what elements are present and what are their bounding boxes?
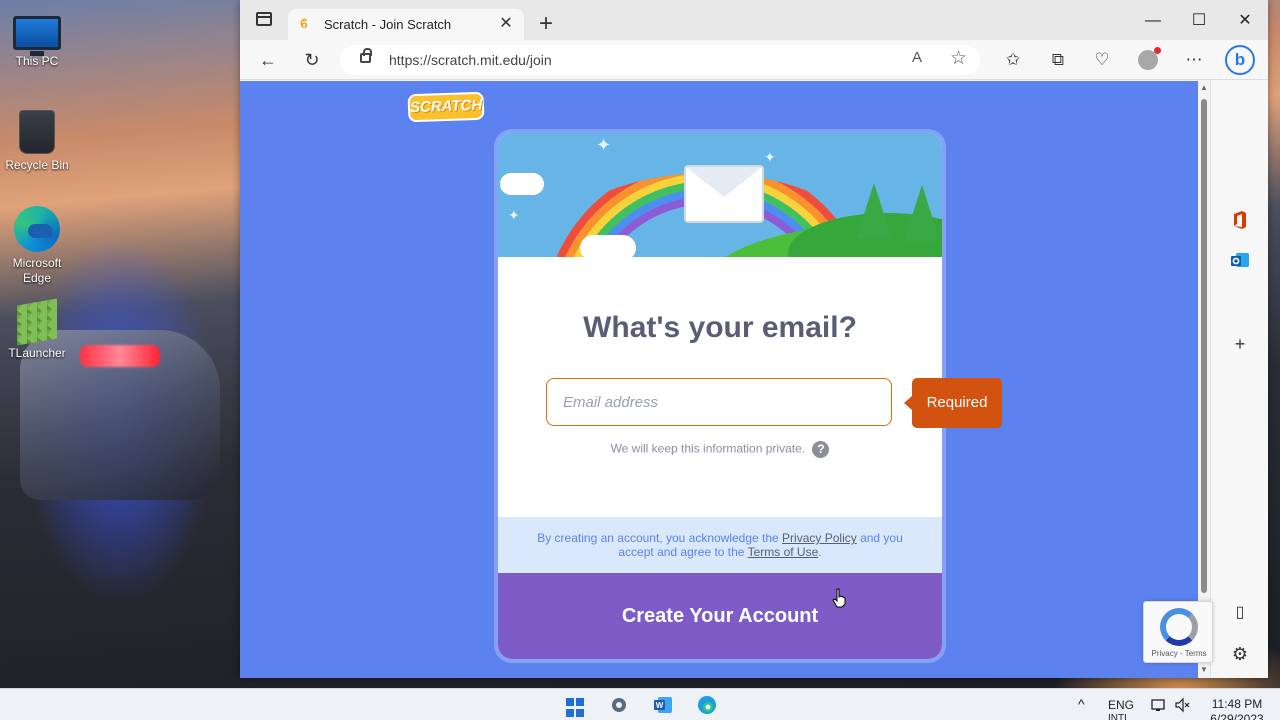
recaptcha-icon (1160, 608, 1198, 646)
star-icon[interactable]: ☆ (950, 47, 967, 70)
svg-text:W: W (656, 701, 664, 710)
clock-time: 11:48 PM (1211, 697, 1263, 711)
maximize-button[interactable]: ☐ (1176, 8, 1222, 34)
scratch-join-page: SCRATCH ✦ ✦ ✦ What's your email? We will… (240, 81, 1198, 678)
hand-cursor-icon (832, 588, 846, 608)
sparkle-icon: ✦ (596, 135, 612, 155)
envelope-icon (684, 165, 764, 223)
settings-icon[interactable]: ⚙ (1229, 643, 1251, 665)
cloud-shape (580, 235, 636, 257)
tab-title: Scratch - Join Scratch (324, 17, 452, 32)
scroll-down-icon[interactable]: ▼ (1199, 665, 1209, 674)
tree-shape (856, 183, 892, 239)
legal-notice: By creating an account, you acknowledge … (498, 517, 942, 573)
address-bar[interactable]: https://scratch.mit.edu/join A ☆ (340, 45, 980, 75)
page-title: What's your email? (583, 311, 857, 344)
avatar (1138, 47, 1161, 70)
lock-icon (360, 48, 372, 63)
edge-sidebar: + ▯ ⚙ (1210, 80, 1268, 678)
outlook-icon[interactable] (1229, 250, 1251, 272)
legal-suffix: . (818, 545, 822, 559)
edge-taskbar-icon[interactable] (697, 695, 719, 715)
desktop-icon-edge[interactable]: Microsoft Edge (0, 206, 74, 286)
sparkle-icon: ✦ (508, 207, 520, 223)
hide-sidebar-button[interactable]: ▯ (1229, 602, 1251, 624)
add-sidebar-app-button[interactable]: + (1229, 333, 1251, 355)
browser-essentials-button[interactable]: ♡ (1087, 46, 1117, 74)
refresh-button[interactable]: ↻ (297, 46, 327, 74)
recaptcha-footer[interactable]: Privacy - Terms (1144, 649, 1214, 658)
scratch-favicon: ϐ (300, 16, 308, 31)
desktop-icon-this-pc[interactable]: This PC (0, 8, 74, 69)
tlauncher-icon (17, 298, 57, 346)
language-label: ENG (1108, 698, 1135, 712)
create-account-button[interactable]: Create Your Account (498, 573, 942, 659)
taskbar: W ^ ENG INTL 11:48 PM 6/29/2023 (0, 688, 1280, 720)
favorites-button[interactable]: ✩ (998, 46, 1028, 74)
language-sub-label: INTL (1108, 713, 1130, 720)
back-button[interactable]: ← (253, 46, 283, 74)
scrollbar-thumb[interactable] (1201, 99, 1207, 593)
desktop-icon-label: This PC (15, 54, 59, 68)
tab-close-button[interactable]: ✕ (496, 14, 516, 34)
network-icon[interactable] (1150, 697, 1166, 716)
close-window-button[interactable]: ✕ (1222, 8, 1268, 34)
wallpaper-taillight (80, 345, 160, 367)
minimize-button[interactable]: — (1130, 8, 1176, 34)
banner-illustration: ✦ ✦ ✦ (498, 133, 942, 257)
browser-window: ϐ Scratch - Join Scratch ✕ + — ☐ ✕ ← ↻ h… (240, 0, 1268, 678)
sparkle-icon: ✦ (764, 149, 776, 165)
privacy-note: We will keep this information private. ? (498, 441, 942, 458)
page-scrollbar[interactable]: ▲ ▼ (1198, 81, 1210, 678)
desktop-icon-label: TLauncher (8, 346, 66, 360)
desktop-icon-tlauncher[interactable]: TLauncher (0, 298, 74, 361)
scratch-logo[interactable]: SCRATCH (407, 91, 485, 123)
privacy-policy-link[interactable]: Privacy Policy (782, 531, 857, 545)
clock-date: 6/29/2023 (1210, 712, 1264, 720)
settings-app-icon[interactable] (609, 695, 631, 715)
windows-start-icon[interactable] (566, 698, 588, 718)
tab-scratch-join[interactable]: ϐ Scratch - Join Scratch ✕ (288, 9, 524, 40)
required-tooltip: Required (904, 378, 1002, 428)
privacy-note-text: We will keep this information private. (610, 441, 806, 456)
volume-muted-icon[interactable] (1174, 697, 1190, 716)
address-url[interactable]: https://scratch.mit.edu/join (389, 52, 552, 68)
tab-actions-icon (256, 12, 272, 26)
bing-chat-button[interactable]: b (1225, 45, 1255, 75)
language-indicator[interactable]: ENG INTL (1108, 698, 1134, 720)
new-tab-button[interactable]: + (532, 11, 560, 39)
tab-bar: ϐ Scratch - Join Scratch ✕ + — ☐ ✕ (240, 0, 1268, 40)
read-aloud-button[interactable]: A (912, 49, 922, 66)
cloud-shape (500, 173, 544, 195)
tree-shape (904, 185, 940, 241)
profile-button[interactable] (1133, 46, 1163, 74)
legal-prefix: By creating an account, you acknowledge … (537, 531, 783, 545)
desktop-icon-label: Microsoft Edge (12, 256, 62, 285)
tab-actions-button[interactable] (250, 12, 278, 34)
join-modal: ✦ ✦ ✦ What's your email? We will keep th… (498, 133, 942, 659)
office-icon[interactable] (1229, 210, 1251, 232)
collections-button[interactable]: ⧉ (1043, 46, 1073, 74)
browser-toolbar: ← ↻ https://scratch.mit.edu/join A ☆ ✩ ⧉… (240, 40, 1268, 80)
more-button[interactable]: ⋯ (1179, 46, 1209, 74)
scroll-up-icon[interactable]: ▲ (1199, 83, 1209, 92)
taskbar-clock[interactable]: 11:48 PM 6/29/2023 (1198, 697, 1276, 720)
recycle-bin-icon (19, 110, 55, 154)
word-icon[interactable]: W (653, 695, 675, 715)
tray-chevron-button[interactable]: ^ (1078, 696, 1085, 712)
email-field[interactable] (546, 378, 892, 426)
this-pc-icon (13, 16, 61, 56)
recaptcha-badge[interactable]: Privacy - Terms (1143, 601, 1213, 663)
help-icon[interactable]: ? (812, 441, 830, 458)
desktop-icon-recycle-bin[interactable]: Recycle Bin (0, 110, 74, 173)
terms-of-use-link[interactable]: Terms of Use (748, 545, 819, 559)
desktop-icon-label: Recycle Bin (5, 158, 69, 172)
edge-icon (14, 206, 60, 252)
